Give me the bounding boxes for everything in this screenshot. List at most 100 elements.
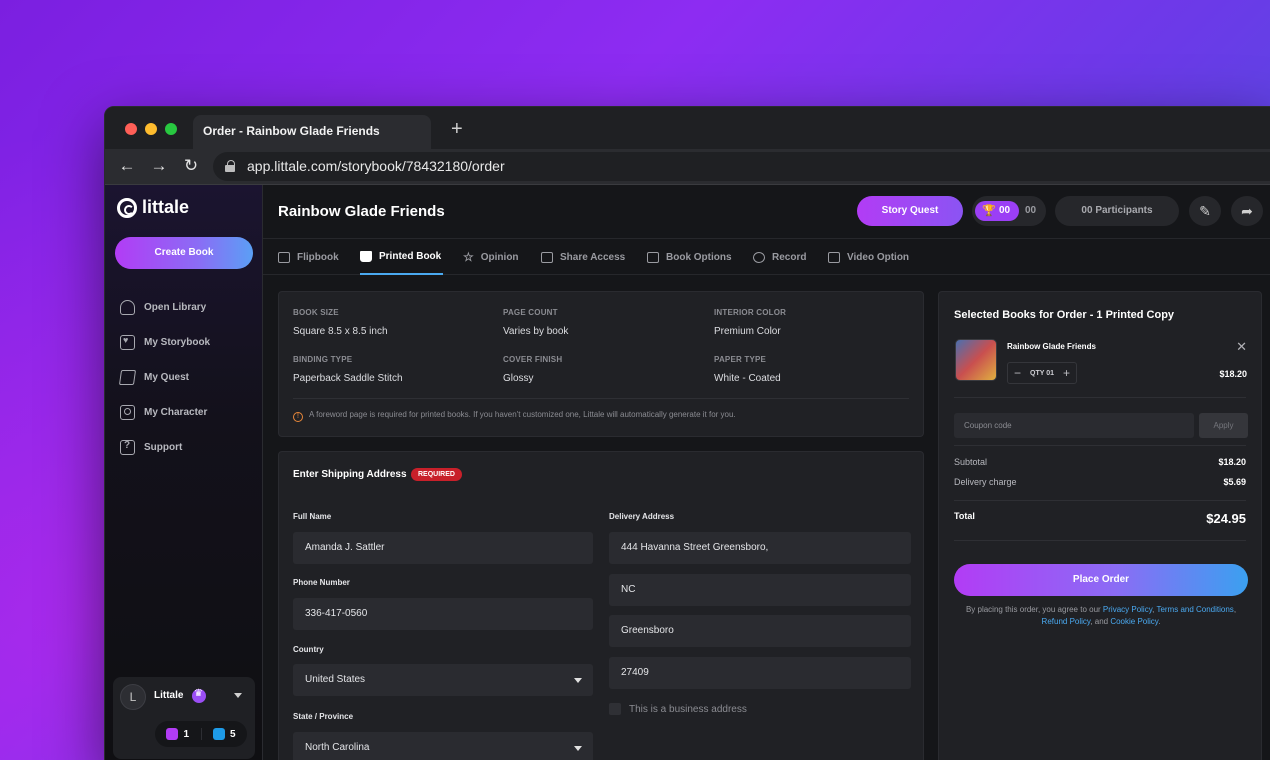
window-controls bbox=[125, 123, 177, 135]
reload-icon[interactable]: ↻ bbox=[181, 156, 201, 176]
full-name-field[interactable]: Amanda J. Sattler bbox=[293, 532, 593, 564]
sidebar-item-my-storybook[interactable]: My Storybook bbox=[120, 325, 210, 360]
spec-label: PAPER TYPE bbox=[714, 355, 767, 364]
sidebar-item-label: Open Library bbox=[144, 302, 207, 313]
star-icon: ☆ bbox=[463, 250, 474, 264]
page-title: Rainbow Glade Friends bbox=[278, 203, 445, 220]
forward-arrow-icon[interactable]: → bbox=[149, 156, 169, 176]
new-tab-plus-icon[interactable]: + bbox=[451, 118, 463, 141]
business-address-checkbox[interactable]: This is a business address bbox=[609, 703, 747, 715]
tab-share-access[interactable]: Share Access bbox=[541, 239, 625, 275]
spec-value: Square 8.5 x 8.5 inch bbox=[293, 326, 388, 337]
littale-logo[interactable]: littale bbox=[117, 197, 189, 218]
city-field[interactable]: Greensboro bbox=[609, 615, 911, 647]
state-select[interactable]: North Carolina bbox=[293, 732, 593, 760]
messages-stat[interactable]: 5 bbox=[200, 728, 248, 740]
sidebar-item-my-quest[interactable]: My Quest bbox=[118, 360, 210, 395]
apply-coupon-button[interactable]: Apply bbox=[1199, 413, 1248, 438]
tab-label: Printed Book bbox=[379, 250, 442, 262]
edit-pencil-icon[interactable]: ✎ bbox=[1189, 196, 1221, 226]
user-card: L Littale 1 5 bbox=[113, 677, 255, 759]
back-arrow-icon[interactable]: ← bbox=[117, 156, 137, 176]
coupon-input[interactable]: Coupon code bbox=[954, 413, 1194, 438]
score-value: 00 bbox=[1025, 205, 1037, 216]
participants-button[interactable]: 00 Participants bbox=[1055, 196, 1179, 226]
required-badge: REQUIRED bbox=[411, 468, 462, 481]
close-icon[interactable]: ✕ bbox=[1236, 339, 1247, 355]
full-name-label: Full Name bbox=[293, 512, 332, 521]
order-title: Selected Books for Order - 1 Printed Cop… bbox=[954, 309, 1175, 321]
spec-label: BINDING TYPE bbox=[293, 355, 353, 364]
plus-icon[interactable]: + bbox=[1063, 366, 1070, 380]
story-quest-button[interactable]: Story Quest bbox=[857, 196, 963, 226]
spec-paper-type: PAPER TYPE White - Coated bbox=[714, 355, 781, 384]
score-pill: 🏆 00 00 bbox=[972, 196, 1046, 226]
trophy-badge: 🏆 00 bbox=[975, 201, 1019, 221]
sidebar-item-support[interactable]: Support bbox=[120, 430, 210, 465]
flipbook-icon bbox=[278, 251, 290, 263]
character-icon bbox=[120, 405, 135, 420]
state-label: State / Province bbox=[293, 712, 354, 721]
chevron-down-icon[interactable] bbox=[234, 693, 242, 698]
subtotal-row: Subtotal $18.20 bbox=[954, 457, 1246, 467]
messages-count: 5 bbox=[229, 728, 236, 740]
logo-swirl-icon bbox=[117, 197, 137, 218]
region-field[interactable]: NC bbox=[609, 574, 911, 606]
spec-binding-type: BINDING TYPE Paperback Saddle Stitch bbox=[293, 355, 403, 384]
foreword-note: ! A foreword page is required for printed… bbox=[293, 398, 909, 422]
country-value: United States bbox=[305, 674, 366, 685]
terms-conditions-link[interactable]: Terms and Conditions bbox=[1156, 605, 1233, 614]
tab-flipbook[interactable]: Flipbook bbox=[278, 239, 339, 275]
create-book-button[interactable]: Create Book bbox=[115, 237, 253, 269]
tab-video-option[interactable]: Video Option bbox=[828, 239, 909, 275]
divider bbox=[954, 445, 1246, 446]
gear-icon bbox=[647, 251, 659, 263]
country-label: Country bbox=[293, 645, 324, 654]
country-select[interactable]: United States bbox=[293, 664, 593, 696]
tab-book-options[interactable]: Book Options bbox=[647, 239, 732, 275]
spec-value: Glossy bbox=[503, 373, 534, 384]
spec-value: Paperback Saddle Stitch bbox=[293, 373, 403, 384]
library-icon bbox=[120, 300, 135, 315]
place-order-button[interactable]: Place Order bbox=[954, 564, 1248, 596]
zip-field[interactable]: 27409 bbox=[609, 657, 911, 689]
tab-opinion[interactable]: ☆ Opinion bbox=[463, 239, 519, 275]
refund-policy-link[interactable]: Refund Policy bbox=[1042, 617, 1091, 626]
quest-icon bbox=[118, 370, 137, 385]
privacy-policy-link[interactable]: Privacy Policy bbox=[1103, 605, 1152, 614]
browser-tab-title: Order - Rainbow Glade Friends bbox=[203, 124, 380, 138]
tab-label: Video Option bbox=[847, 251, 910, 263]
total-row: Total $24.95 bbox=[954, 511, 1246, 526]
spec-book-size: BOOK SIZE Square 8.5 x 8.5 inch bbox=[293, 308, 388, 337]
avatar[interactable]: L bbox=[120, 684, 146, 710]
phone-field[interactable]: 336-417-0560 bbox=[293, 598, 593, 630]
storybook-icon bbox=[120, 335, 135, 350]
checkbox-box[interactable] bbox=[609, 703, 621, 715]
tab-record[interactable]: Record bbox=[753, 239, 806, 275]
url-bar[interactable]: app.littale.com/storybook/78432180/order bbox=[213, 152, 1270, 181]
cookie-policy-link[interactable]: Cookie Policy bbox=[1110, 617, 1158, 626]
books-stat[interactable]: 1 bbox=[155, 728, 201, 740]
trophy-score: 00 bbox=[999, 205, 1011, 216]
spec-value: White - Coated bbox=[714, 373, 781, 384]
book-cover-thumbnail bbox=[955, 339, 997, 381]
close-window-button[interactable] bbox=[125, 123, 137, 135]
caret-down-icon bbox=[574, 746, 582, 751]
minimize-window-button[interactable] bbox=[145, 123, 157, 135]
minus-icon[interactable]: − bbox=[1014, 366, 1021, 380]
tab-printed-book[interactable]: Printed Book bbox=[360, 239, 444, 275]
books-count: 1 bbox=[183, 728, 190, 740]
sidebar-item-my-character[interactable]: My Character bbox=[120, 395, 210, 430]
sidebar-item-open-library[interactable]: Open Library bbox=[120, 290, 210, 325]
checkbox-label: This is a business address bbox=[629, 703, 747, 715]
share-arrow-icon[interactable]: ➦ bbox=[1231, 196, 1263, 226]
shipping-address-panel: Enter Shipping Address REQUIRED Full Nam… bbox=[278, 451, 924, 760]
topbar: Rainbow Glade Friends Story Quest 🏆 00 0… bbox=[263, 185, 1270, 239]
order-summary-panel: Selected Books for Order - 1 Printed Cop… bbox=[938, 291, 1262, 760]
info-warning-icon: ! bbox=[293, 412, 303, 422]
maximize-window-button[interactable] bbox=[165, 123, 177, 135]
tab-label: Record bbox=[772, 251, 807, 263]
book-specs-panel: BOOK SIZE Square 8.5 x 8.5 inch PAGE COU… bbox=[278, 291, 924, 437]
address-line-field[interactable]: 444 Havanna Street Greensboro, bbox=[609, 532, 911, 564]
browser-tab[interactable]: Order - Rainbow Glade Friends bbox=[193, 115, 431, 149]
